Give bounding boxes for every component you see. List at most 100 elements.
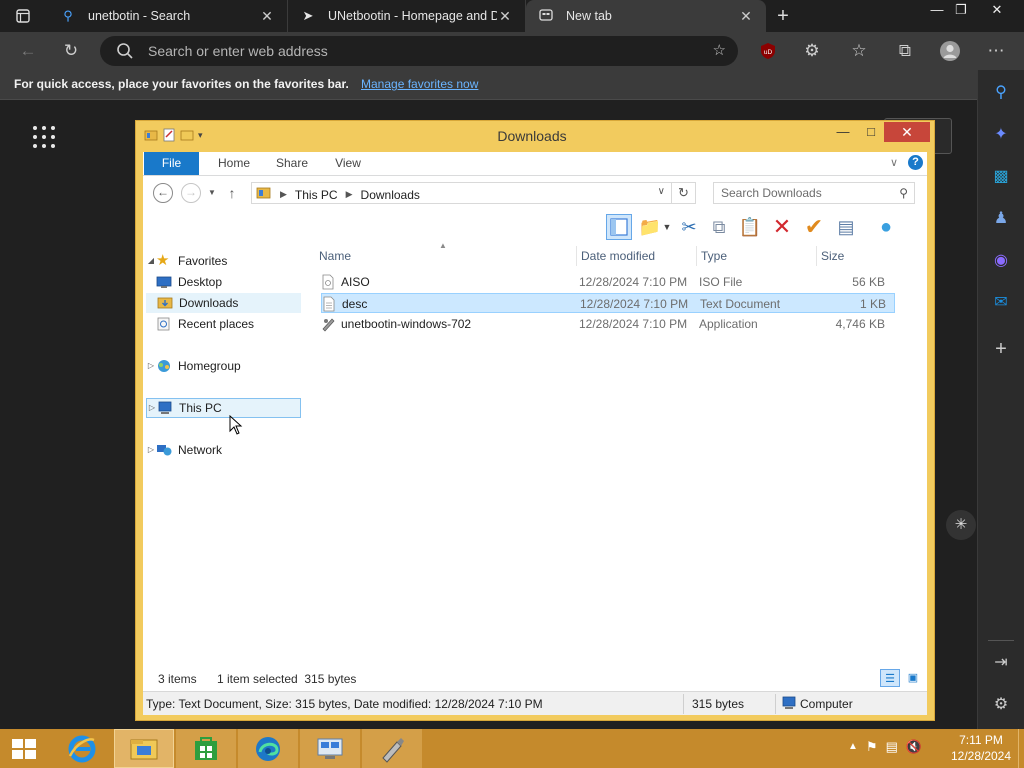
copy-icon[interactable]: ⧉ bbox=[706, 214, 732, 240]
address-input[interactable] bbox=[148, 41, 688, 61]
network-status-icon[interactable]: ▤ bbox=[886, 739, 898, 755]
edge-icon[interactable] bbox=[238, 729, 298, 768]
tab-actions-icon[interactable] bbox=[8, 4, 38, 28]
customize-page-icon[interactable]: ✳ bbox=[946, 510, 976, 540]
restore-window-icon[interactable]: ❐ bbox=[946, 0, 976, 22]
rename-icon[interactable]: ✔ bbox=[801, 214, 827, 240]
column-type[interactable]: Type bbox=[697, 246, 817, 266]
explorer-address-bar[interactable]: ▶ This PC ▶ Downloads ∨ ↻ bbox=[251, 182, 696, 204]
column-name[interactable]: Name bbox=[315, 246, 577, 266]
people-icon[interactable]: ♟ bbox=[990, 208, 1012, 230]
remote-desktop-icon[interactable] bbox=[300, 729, 360, 768]
move-to-icon[interactable]: 📁 bbox=[637, 214, 663, 240]
outlook-icon[interactable]: ✉ bbox=[990, 292, 1012, 314]
delete-icon[interactable]: ✕ bbox=[769, 214, 795, 240]
minimize-icon[interactable]: — bbox=[830, 123, 856, 143]
recent-locations-icon[interactable]: ▼ bbox=[205, 184, 219, 202]
details-view-icon[interactable]: ☰ bbox=[880, 669, 900, 687]
cut-icon[interactable]: ✂ bbox=[676, 214, 702, 240]
nav-homegroup[interactable]: ▷ Homegroup bbox=[146, 356, 306, 376]
tools-icon[interactable]: ▩ bbox=[990, 166, 1012, 188]
close-icon[interactable]: ✕ bbox=[884, 122, 930, 142]
back-icon[interactable]: ← bbox=[15, 39, 41, 63]
tab-file[interactable]: File bbox=[144, 152, 199, 175]
unetbootin-taskbar-icon[interactable] bbox=[362, 729, 422, 768]
dropdown-icon[interactable]: ▼ bbox=[661, 214, 673, 240]
close-window-icon[interactable]: ✕ bbox=[982, 0, 1012, 22]
nav-this-pc[interactable]: ▷ This PC bbox=[146, 398, 301, 418]
add-favorite-icon[interactable]: ☆ bbox=[713, 41, 726, 59]
show-desktop-button[interactable] bbox=[1018, 729, 1024, 768]
column-date-modified[interactable]: Date modified bbox=[577, 246, 697, 266]
show-hidden-icons-icon[interactable]: ▲ bbox=[848, 739, 858, 755]
store-icon[interactable] bbox=[176, 729, 236, 768]
back-icon[interactable]: ← bbox=[153, 183, 173, 203]
breadcrumb-chevron-icon[interactable]: ▶ bbox=[346, 189, 353, 200]
add-sidebar-app-icon[interactable]: + bbox=[990, 338, 1012, 360]
expand-ribbon-icon[interactable]: ∨ bbox=[890, 156, 898, 169]
close-tab-icon[interactable]: ✕ bbox=[259, 8, 275, 25]
tab-share[interactable]: Share bbox=[267, 152, 317, 175]
large-icons-view-icon[interactable]: ▣ bbox=[903, 669, 923, 687]
nav-network[interactable]: ▷ Network bbox=[146, 440, 306, 460]
sidebar-settings-icon[interactable]: ⚙ bbox=[990, 694, 1012, 716]
network-globe-icon[interactable]: ● bbox=[873, 214, 899, 240]
tab-new-tab[interactable]: New tab ✕ bbox=[526, 0, 766, 32]
expand-arrow-icon[interactable]: ▷ bbox=[146, 440, 156, 460]
explorer-title-bar[interactable]: ▾ Downloads — □ ✕ bbox=[136, 121, 934, 151]
address-dropdown-icon[interactable]: ∨ bbox=[658, 186, 665, 197]
column-size[interactable]: Size bbox=[817, 246, 895, 266]
breadcrumb-downloads[interactable]: Downloads bbox=[361, 188, 420, 202]
collapse-arrow-icon[interactable]: ◢ bbox=[146, 251, 156, 271]
new-tab-button[interactable]: + bbox=[772, 3, 794, 29]
search-icon[interactable]: ⚲ bbox=[990, 82, 1012, 104]
file-row[interactable]: desc 12/28/2024 7:10 PM Text Document 1 … bbox=[321, 293, 895, 313]
file-row[interactable]: unetbootin-windows-702 12/28/2024 7:10 P… bbox=[321, 314, 895, 334]
expand-arrow-icon[interactable]: ▷ bbox=[147, 398, 157, 418]
volume-muted-icon[interactable]: 🔇 bbox=[906, 739, 922, 755]
search-icon[interactable]: ⚲ bbox=[899, 186, 908, 200]
up-icon[interactable]: ↑ bbox=[225, 184, 239, 202]
nav-favorites[interactable]: ◢ ★ Favorites bbox=[146, 251, 306, 271]
close-tab-icon[interactable]: ✕ bbox=[738, 8, 754, 25]
manage-favorites-link[interactable]: Manage favorites now bbox=[361, 77, 478, 91]
tab-view[interactable]: View bbox=[323, 152, 373, 175]
refresh-icon[interactable]: ↻ bbox=[671, 183, 695, 203]
nav-desktop[interactable]: Desktop bbox=[156, 272, 306, 292]
collections-icon[interactable]: ⧉ bbox=[892, 39, 918, 63]
extensions-icon[interactable]: ⚙ bbox=[799, 39, 825, 63]
more-options-icon[interactable]: ⋯ bbox=[983, 39, 1009, 63]
help-icon[interactable]: ? bbox=[908, 155, 923, 170]
tab-home[interactable]: Home bbox=[209, 152, 259, 175]
breadcrumb-this-pc[interactable]: This PC bbox=[295, 188, 338, 202]
favorites-icon[interactable]: ☆ bbox=[846, 39, 872, 63]
ublock-extension-icon[interactable]: uD bbox=[755, 39, 781, 63]
search-input[interactable] bbox=[721, 186, 881, 200]
system-clock[interactable]: 7:11 PM 12/28/2024 bbox=[948, 732, 1014, 764]
action-center-flag-icon[interactable]: ⚑ bbox=[866, 739, 878, 755]
file-explorer-taskbar-icon[interactable] bbox=[114, 729, 174, 768]
expand-arrow-icon[interactable]: ▷ bbox=[146, 356, 156, 376]
explorer-search[interactable]: ⚲ bbox=[713, 182, 915, 204]
paste-icon[interactable]: 📋 bbox=[737, 214, 763, 240]
copilot-icon[interactable]: ✦ bbox=[990, 124, 1012, 146]
hide-sidebar-icon[interactable]: ⇥ bbox=[990, 652, 1012, 674]
nav-downloads[interactable]: Downloads bbox=[146, 293, 301, 313]
address-bar[interactable]: ☆ bbox=[100, 36, 738, 66]
tab-unetbootin[interactable]: ➤ UNetbootin - Homepage and Do ✕ bbox=[288, 0, 526, 32]
refresh-icon[interactable]: ↻ bbox=[58, 39, 84, 63]
close-tab-icon[interactable]: ✕ bbox=[497, 8, 513, 25]
tab-search[interactable]: ⚲ unetbotin - Search ✕ bbox=[48, 0, 288, 32]
file-row[interactable]: AISO 12/28/2024 7:10 PM ISO File 56 KB bbox=[321, 272, 895, 292]
preview-pane-icon[interactable] bbox=[606, 214, 632, 240]
apps-launcher-icon[interactable] bbox=[33, 126, 55, 148]
internet-explorer-icon[interactable] bbox=[52, 729, 112, 768]
breadcrumb-chevron-icon[interactable]: ▶ bbox=[280, 189, 287, 200]
profile-avatar[interactable] bbox=[937, 39, 963, 63]
nav-recent-places[interactable]: Recent places bbox=[156, 314, 306, 334]
properties-icon[interactable]: ▤ bbox=[833, 214, 859, 240]
forward-icon[interactable]: → bbox=[181, 183, 201, 203]
games-icon[interactable]: ◉ bbox=[990, 250, 1012, 272]
start-button[interactable] bbox=[0, 729, 48, 768]
maximize-icon[interactable]: □ bbox=[858, 123, 884, 143]
